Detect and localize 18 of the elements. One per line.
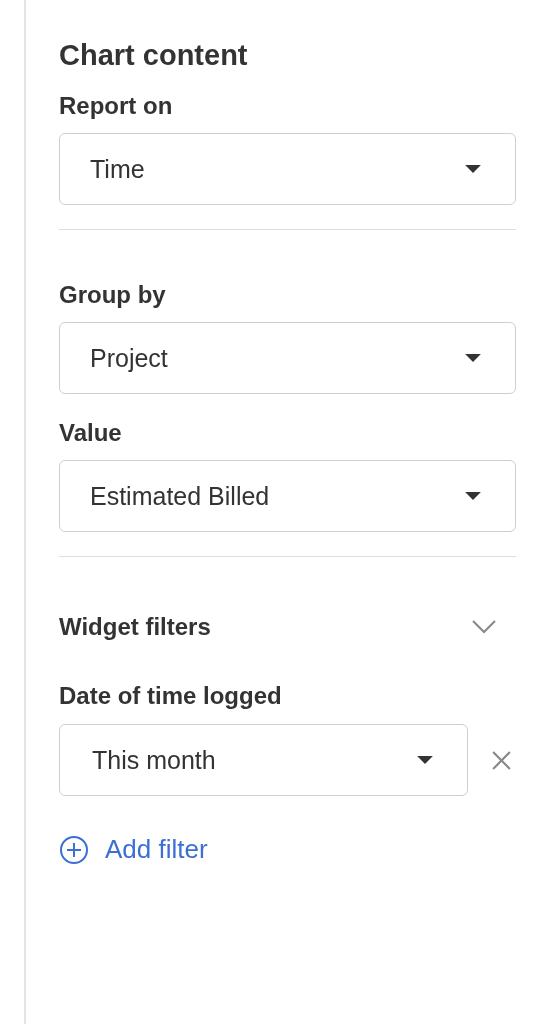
caret-icon — [465, 164, 481, 174]
field-label: Group by — [59, 280, 167, 310]
caret-icon — [465, 491, 481, 501]
field-label: Report on — [59, 91, 174, 121]
section-heading: Widget filters — [59, 613, 211, 641]
chevron-icon[interactable] — [472, 620, 496, 634]
dropdown[interactable]: Time — [59, 133, 516, 205]
dropdown[interactable]: This month — [59, 724, 468, 796]
close-icon[interactable] — [491, 749, 512, 771]
field-label: Value — [59, 418, 123, 448]
add-filter-link[interactable]: Add filter — [59, 834, 208, 865]
dropdown[interactable]: Estimated Billed — [59, 460, 516, 532]
field-label: Date of time logged — [59, 681, 283, 711]
plus-circle-icon — [59, 834, 89, 865]
caret-icon — [465, 353, 481, 363]
caret-icon — [417, 755, 433, 765]
panel-title: Chart content — [59, 38, 249, 73]
dropdown[interactable]: Project — [59, 322, 516, 394]
